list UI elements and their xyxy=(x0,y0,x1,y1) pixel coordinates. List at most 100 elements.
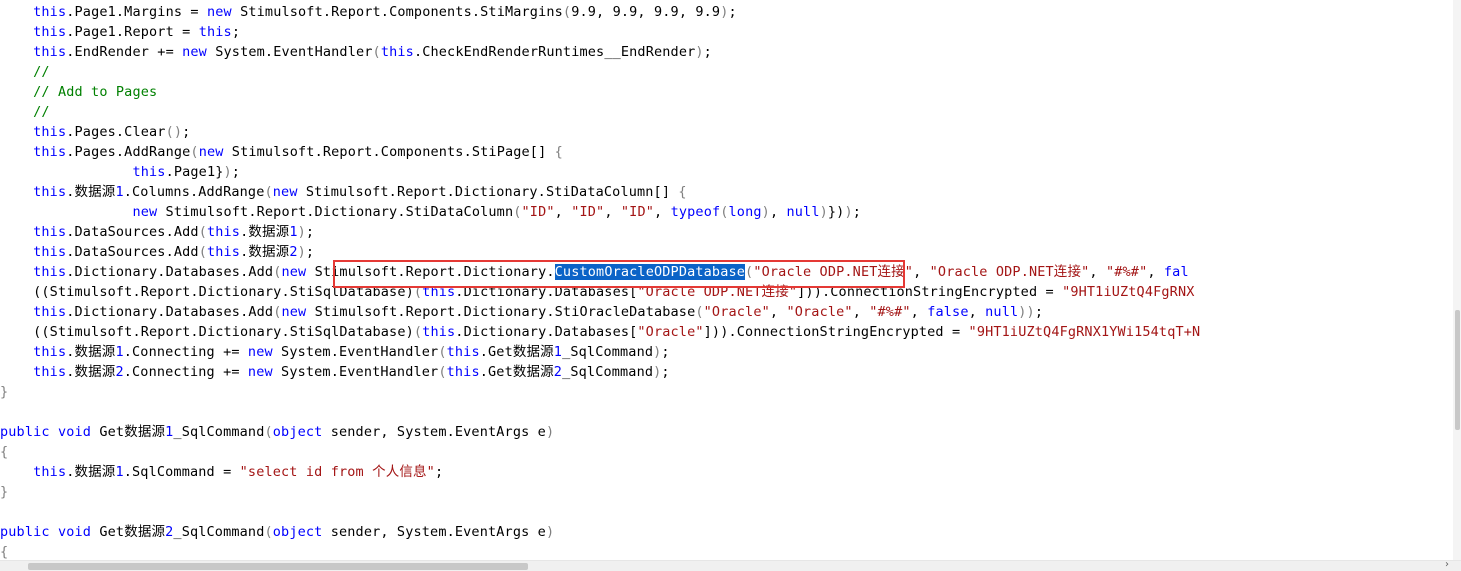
code-token: // Add to Pages xyxy=(0,84,158,100)
vertical-scrollbar-thumb[interactable] xyxy=(1455,310,1460,430)
code-line: this.Page1.Margins = new Stimulsoft.Repo… xyxy=(0,2,1200,22)
code-line: this.数据源1.Columns.AddRange(new Stimulsof… xyxy=(0,182,1200,202)
code-token: ; xyxy=(661,344,670,360)
code-token: new xyxy=(0,204,158,220)
code-token: long xyxy=(728,204,762,220)
code-token: public xyxy=(0,424,50,440)
horizontal-scrollbar-thumb[interactable] xyxy=(28,563,528,570)
code-token: ( xyxy=(413,284,423,300)
code-token: "Oracle" xyxy=(637,324,704,340)
code-token: .Dictionary.Databases[ xyxy=(455,324,638,340)
code-line: // xyxy=(0,102,1200,122)
code-token: .ConnectionStringEncrypted = xyxy=(822,284,1063,300)
code-token: "9HT1iUZtQ4FgRNX xyxy=(1062,284,1195,300)
code-line: this.数据源1.SqlCommand = "select id from 个… xyxy=(0,462,1200,482)
code-line: this.Page1.Report = this; xyxy=(0,22,1200,42)
code-token: "ID" xyxy=(521,204,555,220)
code-token: 9.9, 9.9, 9.9, 9.9 xyxy=(571,4,721,20)
code-token: this xyxy=(380,44,414,60)
code-token: new xyxy=(198,144,224,160)
code-token: .数据源 xyxy=(66,344,116,360)
code-token: ; xyxy=(434,464,444,480)
code-token: , xyxy=(654,204,671,220)
code-line: this.Page1}); xyxy=(0,162,1200,182)
code-token: .SqlCommand = xyxy=(123,464,240,480)
code-line: this.数据源2.Connecting += new System.Event… xyxy=(0,362,1200,382)
code-token: ; xyxy=(852,204,862,220)
code-token: object xyxy=(272,424,323,440)
code-token: { xyxy=(554,144,563,160)
code-token: () xyxy=(165,124,183,140)
code-token: ; xyxy=(1034,304,1044,320)
code-token: new xyxy=(182,44,207,60)
code-token: false xyxy=(927,304,969,320)
code-token: .Pages.Clear xyxy=(66,124,166,140)
code-token: , xyxy=(913,264,930,280)
code-token: _SqlCommand xyxy=(562,344,654,360)
code-token: .Page1.Report = xyxy=(66,24,199,40)
code-token: 1 xyxy=(289,224,298,240)
code-editor[interactable]: this.Page1.Margins = new Stimulsoft.Repo… xyxy=(0,0,1453,560)
code-token: typeof xyxy=(670,204,721,220)
code-text[interactable]: this.Page1.Margins = new Stimulsoft.Repo… xyxy=(0,2,1200,560)
code-token: .Pages.AddRange xyxy=(66,144,191,160)
code-token: 2 xyxy=(115,364,124,380)
code-token: , xyxy=(852,304,870,320)
code-token: ) xyxy=(545,524,555,540)
code-token: _SqlCommand xyxy=(173,524,265,540)
code-token: }) xyxy=(827,204,845,220)
code-token: ; xyxy=(661,364,670,380)
code-token: , xyxy=(1089,264,1106,280)
code-token: _SqlCommand xyxy=(562,364,654,380)
code-token: ])) xyxy=(703,324,729,340)
code-token: Get数据源 xyxy=(91,424,166,440)
code-line: this.Dictionary.Databases.Add(new Stimul… xyxy=(0,262,1200,282)
horizontal-scrollbar[interactable]: › xyxy=(0,559,1461,571)
code-token: .Get数据源 xyxy=(479,344,554,360)
code-line: this.DataSources.Add(this.数据源1); xyxy=(0,222,1200,242)
code-token: "select id from 个人信息" xyxy=(239,464,435,480)
code-token: ( xyxy=(198,244,207,260)
code-token: )) xyxy=(1018,304,1035,320)
code-token: Get数据源 xyxy=(91,524,166,540)
code-token: .数据源 xyxy=(66,364,116,380)
code-line: this.数据源1.Connecting += new System.Event… xyxy=(0,342,1200,362)
code-token: this xyxy=(198,24,232,40)
code-line: // xyxy=(0,62,1200,82)
code-token: , xyxy=(769,304,787,320)
code-token: ( xyxy=(562,4,572,20)
code-line: public void Get数据源1_SqlCommand(object se… xyxy=(0,422,1200,442)
code-token: ) xyxy=(297,224,306,240)
code-token: ; xyxy=(703,44,712,60)
scroll-right-arrow-icon[interactable]: › xyxy=(1445,559,1449,570)
code-token: , xyxy=(554,204,572,220)
code-token: this xyxy=(0,4,67,20)
code-token: .Connecting += xyxy=(123,364,248,380)
code-token: new xyxy=(272,184,298,200)
code-token: this xyxy=(446,344,480,360)
code-token: ( xyxy=(695,304,704,320)
code-token: "9HT1iUZtQ4FgRNX1YWi154tqT+N xyxy=(968,324,1201,340)
code-token: ) xyxy=(223,164,232,180)
code-line: { xyxy=(0,542,1200,560)
code-token: this xyxy=(0,164,166,180)
code-token: ((Stimulsoft.Report.Dictionary.StiSqlDat… xyxy=(0,284,414,300)
code-token: .数据源 xyxy=(66,184,116,200)
code-token: .Page1} xyxy=(165,164,224,180)
code-token: this xyxy=(0,124,67,140)
code-token: .CheckEndRenderRuntimes__EndRender xyxy=(413,44,696,60)
code-token: this xyxy=(0,364,67,380)
code-token: 2 xyxy=(289,244,298,260)
code-token: , xyxy=(1147,264,1164,280)
code-token: new xyxy=(247,344,273,360)
code-token: .EndRender += xyxy=(66,44,183,60)
code-token: ; xyxy=(305,244,315,260)
vertical-scrollbar[interactable] xyxy=(1453,0,1461,560)
code-token: .Dictionary.Databases.Add xyxy=(66,264,274,280)
code-token: 1 xyxy=(115,464,124,480)
code-token: , xyxy=(604,204,621,220)
code-token: _SqlCommand xyxy=(173,424,265,440)
code-token: 1 xyxy=(115,344,124,360)
code-token: , xyxy=(910,304,928,320)
